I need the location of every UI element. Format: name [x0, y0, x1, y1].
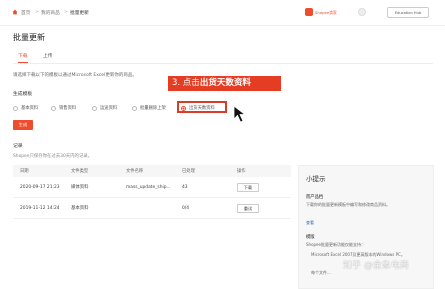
breadcrumb-current: 批量更新 — [70, 11, 89, 16]
breadcrumb-home[interactable]: 首页 — [21, 10, 30, 16]
cell-processed: 0/4 — [182, 205, 190, 211]
tab-download[interactable]: 下载 — [18, 52, 28, 63]
radio-circle-icon — [13, 105, 18, 111]
download-button[interactable]: 下载 — [237, 182, 259, 192]
column-header-date: 日期 — [20, 169, 29, 174]
breadcrumb-separator: > — [64, 10, 68, 15]
table-row: 2020-09-17 21:23 媒体资料 mass_update_ship..… — [13, 177, 291, 198]
tips-section-heading: 模版 — [306, 235, 315, 240]
records-note: Shopee只保存你在过去30天内的记录。 — [13, 154, 93, 159]
tips-title: 小提示 — [306, 175, 326, 183]
radio-circle-icon — [51, 105, 56, 111]
radio-sales-info[interactable]: 销售资料 — [51, 105, 76, 111]
home-icon[interactable] — [12, 9, 18, 15]
page-title: 批量更新 — [13, 33, 45, 42]
radio-circle-icon — [92, 105, 97, 111]
education-hub-button[interactable]: Education Hub — [387, 7, 429, 18]
avatar[interactable] — [358, 8, 366, 16]
retry-button[interactable]: 重试 — [237, 203, 259, 213]
breadcrumb-separator: > — [35, 10, 39, 15]
cell-date: 2019-11-12 14:24 — [20, 205, 60, 211]
radio-shipping-info[interactable]: 运送资料 — [92, 105, 117, 111]
generate-button[interactable]: 生成 — [13, 120, 33, 130]
watermark: 知乎 @金象电商 — [343, 261, 409, 271]
table-row: 2019-11-12 14:24 基本资料 0/4 重试 — [13, 198, 291, 219]
mouse-pointer-icon — [233, 105, 247, 123]
tips-section-text: Shopee批量更新功能仅能支持： — [306, 242, 365, 247]
cell-processed: 43 — [182, 184, 188, 190]
column-header-processed: 已处理 — [182, 169, 195, 174]
tab-bar: 下载 上传 — [13, 52, 433, 64]
instruction-callout: 3. 点击出货天数资料 — [168, 76, 281, 91]
tips-section-text: 下载你的批量更新模板中编写和修改商品资料。 — [306, 202, 390, 207]
column-header-type: 文件类型 — [71, 169, 89, 174]
tips-section-heading: 而产品档 — [306, 195, 324, 200]
radio-label: 运送资料 — [100, 106, 118, 111]
radio-bulk-delist[interactable]: 批量删除上架 — [132, 105, 166, 111]
tab-upload[interactable]: 上传 — [43, 52, 53, 62]
table-header: 日期 文件类型 文件名称 已处理 操作 — [13, 165, 291, 177]
callout-prefix: 3. 点击 — [172, 78, 200, 88]
callout-emphasis: 出货天数资料 — [199, 78, 251, 88]
column-header-action: 操作 — [237, 169, 246, 174]
column-header-name: 文件名称 — [126, 169, 144, 174]
radio-label: 基本资料 — [21, 106, 39, 111]
tips-view-link[interactable]: 查看 — [306, 220, 314, 226]
cell-type: 基本资料 — [71, 206, 89, 211]
cell-name: mass_update_ship... — [126, 184, 171, 190]
highlight-box — [177, 101, 227, 113]
brand-label: Shopee卖家 — [315, 10, 337, 15]
records-label: 记录 — [13, 144, 23, 149]
page-description: 请选择下载以下的模板以通过Microsoft Excel更新你的商品。 — [13, 73, 137, 78]
cell-date: 2020-09-17 21:23 — [20, 184, 60, 190]
records-table: 日期 文件类型 文件名称 已处理 操作 2020-09-17 21:23 媒体资… — [13, 165, 291, 219]
breadcrumb-my-products[interactable]: 我的商品 — [41, 10, 60, 16]
shopee-logo-icon — [305, 8, 313, 16]
cell-type: 媒体资料 — [71, 185, 89, 190]
generate-template-label: 生成模板 — [13, 92, 33, 97]
radio-label: 销售资料 — [59, 106, 77, 111]
radio-label: 批量删除上架 — [140, 106, 166, 111]
top-bar: 首页 > 我的商品 > 批量更新 Shopee卖家 Education Hub — [0, 0, 445, 26]
radio-circle-icon — [132, 105, 137, 111]
radio-basic-info[interactable]: 基本资料 — [13, 105, 38, 111]
